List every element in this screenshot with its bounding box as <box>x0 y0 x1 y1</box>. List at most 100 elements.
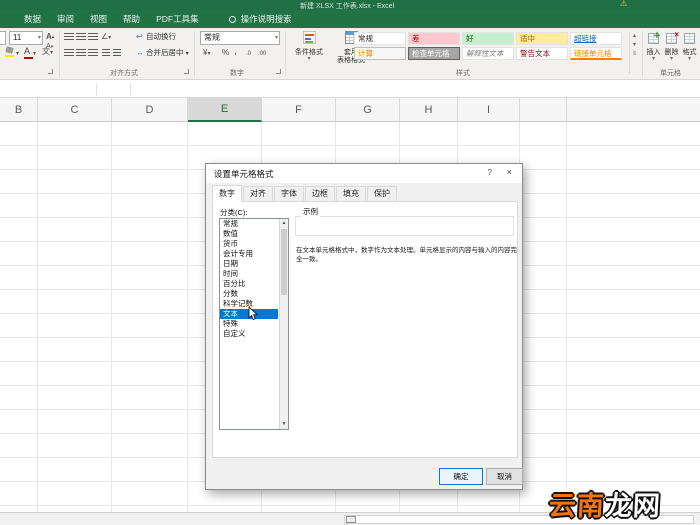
insert-cells-button[interactable]: ＋ 插入 ▾ <box>645 31 662 65</box>
category-option[interactable]: 分数 <box>220 289 278 299</box>
decrease-indent-icon[interactable] <box>102 49 110 57</box>
tab-font[interactable]: 字体 <box>274 186 304 202</box>
category-option[interactable]: 会计专用 <box>220 249 278 259</box>
dialog-title-bar[interactable]: 设置单元格格式 ? × <box>206 164 522 183</box>
increase-decimal-button[interactable]: .0 <box>246 49 251 59</box>
category-option[interactable]: 百分比 <box>220 279 278 289</box>
cancel-button[interactable]: 取消 <box>486 468 523 485</box>
conditional-formatting-button[interactable]: 条件格式 ▾ <box>288 31 330 76</box>
fill-color-icon[interactable] <box>5 47 14 57</box>
horizontal-scrollbar-thumb[interactable] <box>346 516 356 523</box>
column-header-d[interactable]: D <box>112 98 188 122</box>
font-color-button[interactable]: A <box>24 47 30 56</box>
scroll-down-icon[interactable]: ▼ <box>280 420 288 429</box>
column-header-c[interactable]: C <box>38 98 112 122</box>
font-size-combo[interactable]: 11▾ <box>9 31 43 45</box>
column-header-h[interactable]: H <box>400 98 458 122</box>
tab-data[interactable]: 数据 <box>24 13 41 25</box>
column-header-f[interactable]: F <box>262 98 336 122</box>
font-color-dropdown[interactable]: ▾ <box>33 49 36 59</box>
format-cells-button[interactable]: 格式 ▾ <box>681 31 698 65</box>
category-label: 分类(C): <box>220 207 248 218</box>
wrap-text-icon: ↩ <box>136 32 143 42</box>
tab-pdf-tools[interactable]: PDF工具集 <box>156 13 199 25</box>
merge-center-button[interactable]: 合并后居中 ▾ <box>146 48 189 59</box>
cell-style-bad[interactable]: 差 <box>408 32 460 45</box>
ribbon-tab-bar: 数据 审阅 视图 帮助 PDF工具集 操作说明搜索 <box>0 10 700 28</box>
column-header-e-selected[interactable]: E <box>188 98 262 122</box>
warning-triangle-icon[interactable]: ⚠ <box>620 0 627 8</box>
cell-style-hyperlink[interactable]: 超链接 <box>570 32 622 45</box>
style-gallery-scrollbar[interactable]: ▴▾≡ <box>629 32 639 74</box>
percent-style-button[interactable]: % <box>222 48 229 58</box>
cell-style-normal[interactable]: 常规 <box>354 32 406 45</box>
alignment-dialog-launcher[interactable] <box>184 69 189 74</box>
align-center-icon[interactable] <box>76 49 86 57</box>
category-option[interactable]: 常规 <box>220 219 278 229</box>
number-dialog-launcher[interactable] <box>276 69 281 74</box>
gallery-up-icon: ▴ <box>630 32 639 41</box>
category-option[interactable]: 时间 <box>220 269 278 279</box>
help-icon[interactable]: ? <box>488 168 492 177</box>
cell-style-neutral[interactable]: 适中 <box>516 32 568 45</box>
number-group-label: 数字 <box>230 68 244 78</box>
delete-cells-button[interactable]: × 删除 ▾ <box>663 31 680 65</box>
merge-center-icon: ↔ <box>136 48 144 58</box>
cell-style-good[interactable]: 好 <box>462 32 514 45</box>
tab-fill[interactable]: 填充 <box>336 186 366 202</box>
cell-style-explanatory[interactable]: 解释性文本 <box>462 47 514 60</box>
scroll-thumb[interactable] <box>281 229 287 295</box>
orientation-button[interactable]: ∠▾ <box>101 32 111 43</box>
accounting-format-button[interactable]: ¥▾ <box>203 48 210 59</box>
cell-style-warning-text[interactable]: 警告文本 <box>516 47 568 60</box>
category-option[interactable]: 货币 <box>220 239 278 249</box>
category-option[interactable]: 日期 <box>220 259 278 269</box>
tab-number[interactable]: 数字 <box>212 185 242 202</box>
tab-border[interactable]: 边框 <box>305 186 335 202</box>
group-separator <box>285 31 286 77</box>
decrease-decimal-button[interactable]: .00 <box>258 49 266 59</box>
tab-protection[interactable]: 保护 <box>367 186 397 202</box>
comma-style-button[interactable]: , <box>234 47 237 57</box>
site-watermark: 云南龙网 <box>548 484 662 523</box>
name-box-divider <box>96 83 97 96</box>
list-scrollbar[interactable]: ▲ ▼ <box>279 219 288 429</box>
column-header-blank[interactable] <box>567 98 700 122</box>
tab-view[interactable]: 视图 <box>90 13 107 25</box>
align-left-icon[interactable] <box>64 49 74 57</box>
category-option[interactable]: 自定义 <box>220 329 278 339</box>
group-separator <box>59 31 60 77</box>
align-right-icon[interactable] <box>88 49 98 57</box>
font-dialog-launcher[interactable] <box>48 69 53 74</box>
alignment-group-label: 对齐方式 <box>110 68 138 78</box>
align-middle-icon[interactable] <box>76 33 86 41</box>
fill-color-dropdown[interactable]: ▾ <box>16 49 19 59</box>
cell-style-calculation[interactable]: 计算 <box>354 47 406 60</box>
grow-font-button[interactable]: A▴ <box>46 32 54 42</box>
ok-button[interactable]: 确定 <box>439 468 483 485</box>
column-header-blank[interactable] <box>520 98 567 122</box>
font-name-combo-cut[interactable] <box>0 31 6 45</box>
format-icon <box>684 33 695 44</box>
tab-review[interactable]: 审阅 <box>57 13 74 25</box>
column-header-i[interactable]: I <box>458 98 520 122</box>
close-icon[interactable]: × <box>507 167 512 177</box>
phonetic-guide-button[interactable]: 文▾ <box>42 47 53 58</box>
formula-bar[interactable] <box>0 81 700 98</box>
category-listbox[interactable]: 常规 数值 货币 会计专用 日期 时间 百分比 分数 科学记数 文本 特殊 自定… <box>219 218 289 430</box>
column-header-b[interactable]: B <box>0 98 38 122</box>
tab-alignment[interactable]: 对齐 <box>243 186 273 202</box>
category-option[interactable]: 数值 <box>220 229 278 239</box>
align-top-icon[interactable] <box>64 33 74 41</box>
chevron-down-icon: ▾ <box>275 32 278 44</box>
cell-style-linked-cell[interactable]: 链接单元格 <box>570 47 622 60</box>
tell-me-search[interactable]: 操作说明搜索 <box>241 13 292 25</box>
increase-indent-icon[interactable] <box>113 49 121 57</box>
column-header-g[interactable]: G <box>336 98 400 122</box>
scroll-up-icon[interactable]: ▲ <box>280 219 288 228</box>
wrap-text-button[interactable]: 自动换行 <box>146 32 176 42</box>
tab-help[interactable]: 帮助 <box>123 13 140 25</box>
cell-style-check-cell[interactable]: 检查单元格 <box>408 47 460 60</box>
number-format-combo[interactable]: 常规▾ <box>200 31 280 45</box>
align-bottom-icon[interactable] <box>88 33 98 41</box>
